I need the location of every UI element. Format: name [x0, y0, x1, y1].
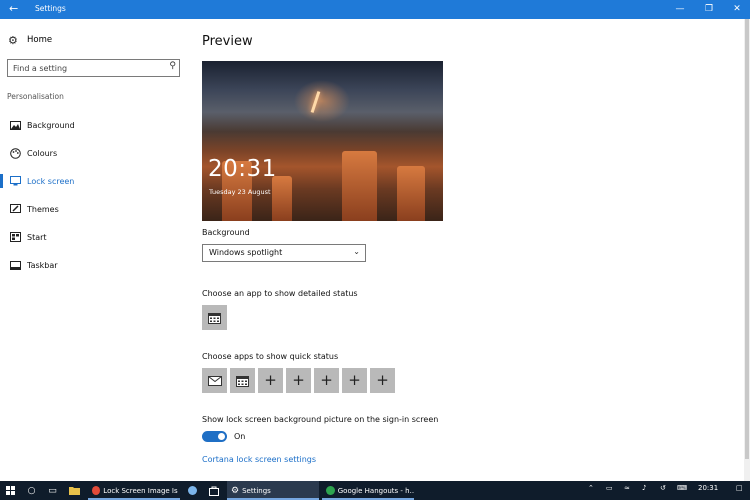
page-title: Preview: [202, 34, 253, 49]
sidebar-item-label: Themes: [27, 204, 59, 214]
signin-background-label: Show lock screen background picture on t…: [202, 415, 439, 424]
calendar-icon: [208, 312, 221, 324]
main-content: Preview 20:31 Tuesday 23 August Backgrou…: [190, 19, 750, 481]
sidebar-item-taskbar[interactable]: Taskbar: [0, 255, 190, 275]
sidebar: ⚙ Home ⚲ Personalisation Background Colo…: [0, 19, 190, 481]
search-icon[interactable]: ⚲: [169, 61, 176, 71]
search-box[interactable]: ⚲: [7, 59, 180, 77]
action-center-icon[interactable]: □: [736, 484, 743, 492]
keyboard-icon[interactable]: ⌨: [677, 484, 687, 492]
hangouts-icon: [326, 486, 335, 495]
title-bar: ← Settings — ❐ ✕: [0, 0, 750, 19]
signin-background-toggle[interactable]: [202, 431, 227, 442]
sync-icon[interactable]: ↺: [660, 484, 666, 492]
active-indicator: [0, 174, 3, 188]
lock-screen-preview: 20:31 Tuesday 23 August: [202, 61, 443, 221]
volume-icon[interactable]: ♪: [642, 484, 646, 492]
restore-icon[interactable]: ❐: [702, 3, 716, 16]
plus-icon: +: [264, 371, 277, 389]
background-dropdown[interactable]: Windows spotlight ⌄: [202, 244, 366, 262]
section-heading: Personalisation: [7, 92, 64, 101]
scrollbar[interactable]: [744, 19, 750, 481]
plus-icon: +: [292, 371, 305, 389]
window-title: Settings: [35, 4, 66, 13]
sidebar-item-themes[interactable]: Themes: [0, 199, 190, 219]
landscape-decoration: [397, 166, 425, 221]
lightning-decoration: [310, 91, 321, 113]
plus-icon: +: [376, 371, 389, 389]
mail-icon: [207, 375, 222, 386]
file-explorer-icon[interactable]: [67, 483, 82, 498]
palette-icon: [9, 147, 21, 159]
taskbar-clock[interactable]: 20:31: [698, 484, 718, 492]
preview-time: 20:31: [208, 156, 277, 182]
chevron-up-icon[interactable]: ⌃: [588, 484, 594, 492]
back-arrow-icon[interactable]: ←: [9, 2, 21, 16]
detailed-status-label: Choose an app to show detailed status: [202, 289, 358, 298]
brush-icon: [9, 203, 21, 215]
plus-icon: +: [348, 371, 361, 389]
gear-icon: ⚙: [231, 485, 240, 496]
sidebar-item-label: Background: [27, 120, 75, 130]
sidebar-item-background[interactable]: Background: [0, 115, 190, 135]
home-link[interactable]: ⚙ Home: [8, 33, 52, 47]
taskbar-app-hangouts[interactable]: Google Hangouts - h...: [322, 481, 414, 500]
start-grid-icon: [9, 231, 21, 243]
picture-icon: [9, 119, 21, 131]
toggle-knob: [218, 433, 225, 440]
quick-status-add-tile[interactable]: +: [314, 368, 339, 393]
home-label: Home: [27, 35, 53, 45]
browser-icon[interactable]: [185, 483, 200, 498]
detailed-status-calendar-tile[interactable]: [202, 305, 227, 330]
task-view-icon[interactable]: ▭: [45, 483, 60, 498]
desktop-icon[interactable]: ▭: [606, 484, 613, 492]
plus-icon: +: [320, 371, 333, 389]
quick-status-add-tile[interactable]: +: [370, 368, 395, 393]
sidebar-item-label: Taskbar: [27, 260, 58, 270]
sidebar-item-lock-screen[interactable]: Lock screen: [0, 171, 190, 191]
landscape-decoration: [272, 176, 292, 221]
taskbar-app-settings[interactable]: ⚙ Settings: [227, 481, 319, 500]
chevron-down-icon: ⌄: [353, 247, 360, 256]
close-icon[interactable]: ✕: [730, 3, 744, 16]
quick-status-calendar-tile[interactable]: [230, 368, 255, 393]
sidebar-item-label: Start: [27, 232, 47, 242]
quick-status-mail-tile[interactable]: [202, 368, 227, 393]
quick-status-add-tile[interactable]: +: [342, 368, 367, 393]
gear-icon: ⚙: [8, 33, 18, 47]
quick-status-label: Choose apps to show quick status: [202, 352, 339, 361]
scrollbar-thumb[interactable]: [745, 19, 749, 459]
toggle-state-label: On: [234, 432, 246, 441]
search-input[interactable]: [13, 61, 163, 75]
quick-status-add-tile[interactable]: +: [258, 368, 283, 393]
lock-screen-icon: [9, 175, 21, 187]
sidebar-item-label: Lock screen: [27, 176, 75, 186]
taskbar-app-label: Lock Screen Image Is ...: [103, 486, 180, 495]
taskbar: ○ ▭ Lock Screen Image Is ... ⚙ Settings …: [0, 481, 750, 500]
quick-status-add-tile[interactable]: +: [286, 368, 311, 393]
taskbar-icon: [9, 259, 21, 271]
wifi-icon[interactable]: ≈: [624, 484, 630, 492]
sidebar-item-colours[interactable]: Colours: [0, 143, 190, 163]
calendar-icon: [236, 375, 249, 387]
settings-window: ← Settings — ❐ ✕ ⚙ Home ⚲ Personalisatio…: [0, 0, 750, 500]
windows-start-icon[interactable]: [3, 483, 18, 498]
store-icon[interactable]: [206, 483, 221, 498]
background-dropdown-value: Windows spotlight: [209, 248, 283, 257]
preview-date: Tuesday 23 August: [209, 188, 271, 196]
taskbar-app-chrome[interactable]: Lock Screen Image Is ...: [88, 481, 180, 500]
landscape-decoration: [342, 151, 377, 221]
sidebar-item-start[interactable]: Start: [0, 227, 190, 247]
taskbar-app-label: Google Hangouts - h...: [337, 486, 414, 495]
cortana-settings-link[interactable]: Cortana lock screen settings: [202, 455, 316, 464]
chrome-icon: [92, 486, 101, 495]
taskbar-app-label: Settings: [242, 486, 271, 495]
cortana-search-icon[interactable]: ○: [24, 483, 39, 498]
background-label: Background: [202, 228, 250, 237]
sidebar-item-label: Colours: [27, 148, 58, 158]
minimize-icon[interactable]: —: [673, 3, 687, 16]
